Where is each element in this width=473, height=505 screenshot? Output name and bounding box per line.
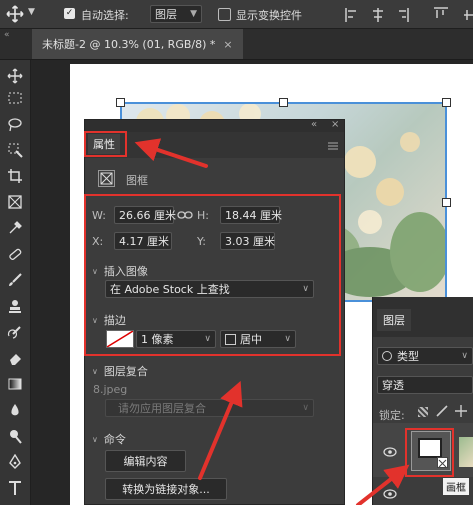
annotation-arrows	[134, 138, 410, 505]
